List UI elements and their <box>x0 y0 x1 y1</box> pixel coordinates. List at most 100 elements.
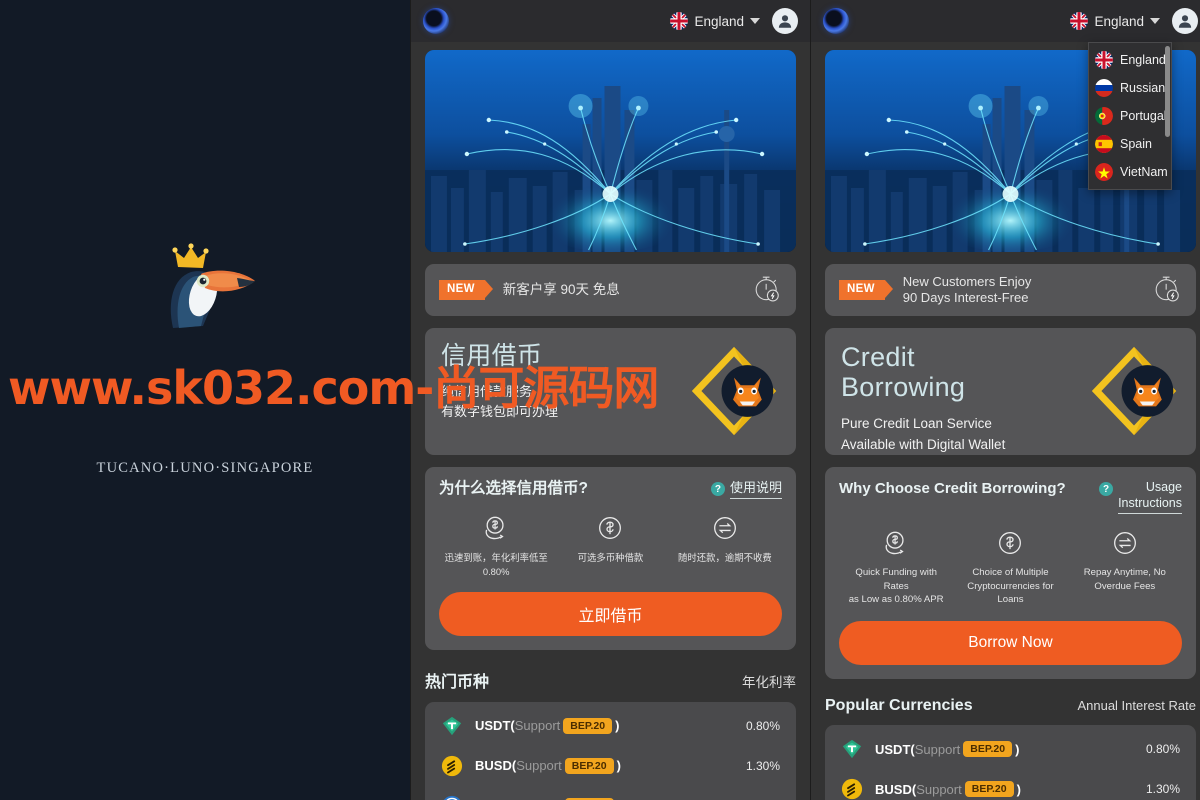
usdc-icon <box>441 795 463 800</box>
dropdown-item-vietnam[interactable]: VietNam <box>1089 158 1171 186</box>
russia-flag-icon <box>1095 79 1113 97</box>
network-chip: BEP.20 <box>563 717 613 734</box>
currency-apr: 1.30% <box>1145 782 1180 797</box>
uk-flag-icon <box>1095 51 1113 69</box>
user-icon <box>778 15 792 28</box>
dollar-coin-icon <box>595 513 625 543</box>
feature-text-line1: Repay Anytime, No <box>1083 567 1166 579</box>
dropdown-item-england[interactable]: England <box>1089 46 1171 74</box>
table-row[interactable]: BUSD(Support BEP.20) 1.30% <box>825 769 1196 800</box>
dropdown-item-spain[interactable]: Spain <box>1089 130 1171 158</box>
promo-text-line1: 新客户享 90天 免息 <box>502 281 620 297</box>
busd-icon <box>841 778 863 800</box>
network-chip: BEP.20 <box>964 781 1014 798</box>
feature-item: 随时还款，逾期不收费 <box>668 513 782 578</box>
brand-sidebar: TUCANO·LUNO·SINGAPORE <box>0 0 410 800</box>
network-chip: BEP.20 <box>564 757 614 774</box>
dollar-coin-icon <box>995 528 1025 558</box>
uk-flag-icon <box>670 12 689 30</box>
app-logo-icon[interactable] <box>423 8 449 34</box>
usdt-icon <box>441 715 463 737</box>
currency-symbol: USDT <box>475 718 511 734</box>
feature-text-line2: Cryptocurrencies for Loans <box>967 580 1054 606</box>
portugal-flag-icon <box>1095 107 1113 125</box>
dropdown-item-label: England <box>1120 53 1166 67</box>
credit-hero-card: 信用借币 纯信用借款服务 有数字钱包即可办理 <box>425 328 796 455</box>
uk-flag-icon <box>1070 12 1089 30</box>
promo-banner: NEW 新客户享 90天 免息 <box>425 264 796 316</box>
language-label: England <box>1094 13 1144 29</box>
feature-item: Repay Anytime, No Overdue Fees <box>1068 528 1182 607</box>
app-logo-icon[interactable] <box>823 8 849 34</box>
borrow-now-button[interactable]: Borrow Now <box>839 621 1182 666</box>
currency-symbol: USDT <box>875 741 911 757</box>
repay-swap-icon <box>710 513 740 543</box>
vietnam-flag-icon <box>1095 163 1113 181</box>
spain-flag-icon <box>1095 135 1113 153</box>
table-row[interactable]: USDC(SupportBEP.20) 0.80% <box>425 786 796 800</box>
language-dropdown-menu[interactable]: England Russian Portugal Spain VietNam <box>1088 42 1172 190</box>
feature-text-line2: 0.80% <box>482 565 510 577</box>
support-label: Support <box>516 758 562 774</box>
usage-instructions-link[interactable]: ? Usage Instructions <box>1099 480 1182 515</box>
feature-list: 迅速到账，年化利率低至 0.80% 可选多币种借款 随时还款，逾期不收费 <box>439 513 782 578</box>
annual-rate-label: 年化利率 <box>742 674 796 690</box>
feature-item: 迅速到账，年化利率低至 0.80% <box>439 513 553 578</box>
dropdown-item-label: Spain <box>1120 137 1152 151</box>
usage-label-line2: Instructions <box>1118 495 1182 510</box>
feature-list: Quick Funding with Rates as Low as 0.80%… <box>839 528 1182 607</box>
annual-rate-label: Annual Interest Rate <box>1077 698 1196 714</box>
question-mark-icon: ? <box>710 482 725 496</box>
popular-currencies-header: 热门币种 年化利率 <box>425 668 796 692</box>
feature-item: 可选多币种借款 <box>553 513 667 578</box>
new-badge: NEW <box>839 280 893 300</box>
popular-currencies-header: Popular Currencies Annual Interest Rate <box>825 697 1196 715</box>
dropdown-scrollbar[interactable] <box>1165 46 1170 137</box>
hero-banner-image <box>425 50 796 252</box>
repay-swap-icon <box>1110 528 1140 558</box>
support-label: Support <box>916 781 962 797</box>
chevron-down-icon <box>1150 18 1160 24</box>
popular-currencies-title: Popular Currencies <box>825 697 973 715</box>
metamask-diamond-icon <box>1088 342 1180 440</box>
stopwatch-icon <box>752 273 782 308</box>
app-header: England <box>811 0 1200 42</box>
currency-apr: 1.30% <box>745 758 780 773</box>
table-row[interactable]: USDT(Support BEP.20) 0.80% <box>425 706 796 746</box>
currency-apr: 0.80% <box>745 718 780 733</box>
user-icon <box>1178 15 1192 28</box>
feature-text-line1: 迅速到账，年化利率低至 <box>444 552 548 564</box>
question-mark-icon: ? <box>1099 482 1114 496</box>
currency-list: USDT(Support BEP.20) 0.80% BUSD(Support BE… <box>825 725 1196 800</box>
dropdown-item-portugal[interactable]: Portugal <box>1089 102 1171 130</box>
language-selector[interactable]: England <box>670 12 760 30</box>
popular-currencies-title: 热门币种 <box>425 673 490 691</box>
brand-block: TUCANO·LUNO·SINGAPORE <box>97 240 314 477</box>
feature-text-line2: Overdue Fees <box>1094 580 1156 592</box>
usage-label-line1: Usage <box>1145 480 1182 494</box>
user-avatar[interactable] <box>772 8 798 34</box>
support-label: Support <box>914 741 961 757</box>
toucan-crown-logo <box>145 240 265 330</box>
app-panel-english: England England Russian Portugal Spain V… <box>810 0 1200 800</box>
feature-text-line1: 可选多币种借款 <box>577 552 644 564</box>
table-row[interactable]: BUSD(Support BEP.20) 1.30% <box>425 746 796 786</box>
dropdown-item-label: VietNam <box>1120 165 1168 179</box>
why-choose-card: 为什么选择信用借币? ? 使用说明 迅速到账，年化利率低至 0.80% 可选多币… <box>425 467 796 650</box>
language-selector[interactable]: England <box>1070 12 1160 30</box>
promo-text-line2: 90 Days Interest-Free <box>902 290 1029 305</box>
table-row[interactable]: USDT(Support BEP.20) 0.80% <box>825 729 1196 769</box>
feature-text-line1: Quick Funding with Rates <box>855 567 937 592</box>
fast-funding-icon <box>481 513 511 543</box>
user-avatar[interactable] <box>1172 8 1198 34</box>
feature-item: Choice of Multiple Cryptocurrencies for … <box>953 528 1067 607</box>
usage-instructions-link[interactable]: ? 使用说明 <box>710 480 782 500</box>
why-choose-card: Why Choose Credit Borrowing? ? Usage Ins… <box>825 467 1196 680</box>
new-badge: NEW <box>439 280 493 300</box>
dropdown-item-label: Russian <box>1120 81 1166 95</box>
borrow-now-button[interactable]: 立即借币 <box>439 591 782 636</box>
usage-label-line1: 使用说明 <box>729 480 782 495</box>
language-label: England <box>694 13 744 29</box>
currency-symbol: BUSD <box>875 781 912 797</box>
dropdown-item-russian[interactable]: Russian <box>1089 74 1171 102</box>
